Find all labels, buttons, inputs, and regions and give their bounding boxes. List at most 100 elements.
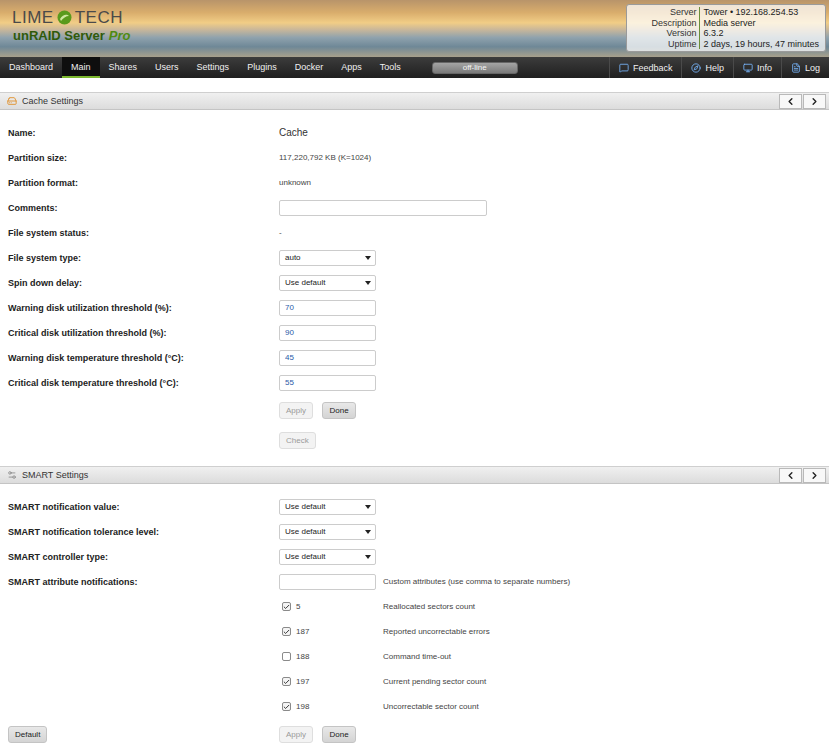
next-button[interactable] <box>803 94 826 109</box>
nav-link[interactable]: Info <box>733 57 781 78</box>
form-row: Name:Cache <box>8 120 829 145</box>
field-value-cell <box>279 350 829 366</box>
previous-button[interactable] <box>779 468 802 483</box>
nav-item[interactable]: Apps <box>332 57 371 78</box>
field-value-cell: Use default <box>279 549 829 565</box>
form-row: SMART controller type:Use default <box>8 544 829 569</box>
form-row: SMART attribute notifications:Custom att… <box>8 569 829 594</box>
field-label: File system status: <box>8 228 279 238</box>
button[interactable]: Default <box>8 726 47 743</box>
nav-link[interactable]: Log <box>781 57 829 78</box>
field-label: SMART controller type: <box>8 552 279 562</box>
checkbox[interactable] <box>282 602 291 611</box>
form-row: Warning disk temperature threshold (°C): <box>8 345 829 370</box>
button[interactable]: Apply <box>279 402 313 419</box>
chevron-right-icon <box>809 470 820 481</box>
section-title: SMART Settings <box>22 470 88 480</box>
field-label: SMART notification value: <box>8 502 279 512</box>
button-row: Apply Done <box>8 395 829 425</box>
nav-item[interactable]: Settings <box>188 57 239 78</box>
checkbox[interactable] <box>282 702 291 711</box>
attribute-row: 198Uncorrectable sector count <box>8 694 829 719</box>
check-icon <box>283 628 290 636</box>
button-row: Check <box>8 425 829 455</box>
text-field[interactable] <box>279 200 487 216</box>
page: LIMETECHunRAID ServerProServerTower • 19… <box>0 0 829 750</box>
button[interactable]: Apply <box>279 726 313 743</box>
field-label: Comments: <box>8 203 279 213</box>
field-label: Spin down delay: <box>8 278 279 288</box>
product-name: unRAID ServerPro <box>12 28 130 43</box>
form-row: Partition format:unknown <box>8 170 829 195</box>
field-label: Critical disk utilization threshold (%): <box>8 328 279 338</box>
nav-bar: DashboardMainSharesUsersSettingsPluginsD… <box>0 57 829 78</box>
field-label: SMART notification tolerance level: <box>8 527 279 537</box>
text-field[interactable] <box>279 574 376 590</box>
attribute-description: Uncorrectable sector count <box>383 702 479 711</box>
field-value-cell: 117,220,792 KB (K=1024) <box>279 153 829 162</box>
nav-item[interactable]: Plugins <box>238 57 286 78</box>
nav-item[interactable]: Main <box>62 57 100 78</box>
form-row: Spin down delay:Use default <box>8 270 829 295</box>
text-field[interactable] <box>279 325 376 341</box>
button[interactable]: Done <box>322 726 356 743</box>
field-value-cell: auto <box>279 250 829 266</box>
caret-icon <box>365 505 371 509</box>
next-button[interactable] <box>803 468 826 483</box>
check-icon <box>283 603 290 611</box>
field-label: Partition format: <box>8 178 279 188</box>
nav-item[interactable]: Tools <box>371 57 410 78</box>
document-icon <box>791 63 801 73</box>
section-icon <box>7 470 17 480</box>
header-banner: LIMETECHunRAID ServerProServerTower • 19… <box>0 0 829 57</box>
logo-word: LIME <box>12 8 54 27</box>
attribute-description: Reallocated sectors count <box>383 602 475 611</box>
attribute-row: 188Command time-out <box>8 644 829 669</box>
text-field[interactable] <box>279 300 376 316</box>
field-value: unknown <box>279 178 311 187</box>
field-label: Critical disk temperature threshold (°C)… <box>8 378 279 388</box>
field-value-cell: Cache <box>279 127 829 138</box>
button-row: Default Apply Done <box>8 719 829 749</box>
nav-link[interactable]: Feedback <box>609 57 682 78</box>
select[interactable]: Use default <box>279 499 376 515</box>
button-group: Check <box>279 432 316 449</box>
select[interactable]: Use default <box>279 275 376 291</box>
nav-item[interactable]: Dashboard <box>0 57 62 78</box>
select[interactable]: Use default <box>279 549 376 565</box>
info-value: Media server <box>700 18 819 29</box>
field-value-cell: Use default <box>279 524 829 540</box>
info-value: 2 days, 19 hours, 47 minutes <box>700 39 819 50</box>
field-label: Warning disk utilization threshold (%): <box>8 303 279 313</box>
form-row: Comments: <box>8 195 829 220</box>
section-header: SMART Settings <box>0 466 829 484</box>
text-field[interactable] <box>279 375 376 391</box>
checkbox[interactable] <box>282 627 291 636</box>
field-label: Warning disk temperature threshold (°C): <box>8 353 279 363</box>
previous-button[interactable] <box>779 94 802 109</box>
chevron-right-icon <box>809 96 820 107</box>
field-value: - <box>279 228 282 237</box>
attribute-number: 5 <box>296 602 300 611</box>
nav-link[interactable]: Help <box>681 57 733 78</box>
form-row: SMART notification tolerance level:Use d… <box>8 519 829 544</box>
attribute-check: 198 <box>279 702 383 711</box>
nav-item[interactable]: Docker <box>286 57 333 78</box>
button-group: Apply Done <box>279 402 356 419</box>
button[interactable]: Check <box>279 432 316 449</box>
cache-settings: Cache SettingsName:CachePartition size:1… <box>0 92 829 455</box>
button[interactable]: Done <box>322 402 356 419</box>
select[interactable]: Use default <box>279 524 376 540</box>
nav-item[interactable]: Shares <box>100 57 147 78</box>
attribute-description: Current pending sector count <box>383 677 486 686</box>
text-field[interactable] <box>279 350 376 366</box>
checkbox[interactable] <box>282 677 291 686</box>
info-value: 6.3.2 <box>700 28 819 39</box>
checkbox[interactable] <box>282 652 291 661</box>
field-value-cell: unknown <box>279 178 829 187</box>
info-label: Version <box>631 28 700 39</box>
info-value: Tower • 192.168.254.53 <box>700 7 819 18</box>
select[interactable]: auto <box>279 250 376 266</box>
nav-item[interactable]: Users <box>146 57 188 78</box>
chevron-left-icon <box>785 470 796 481</box>
